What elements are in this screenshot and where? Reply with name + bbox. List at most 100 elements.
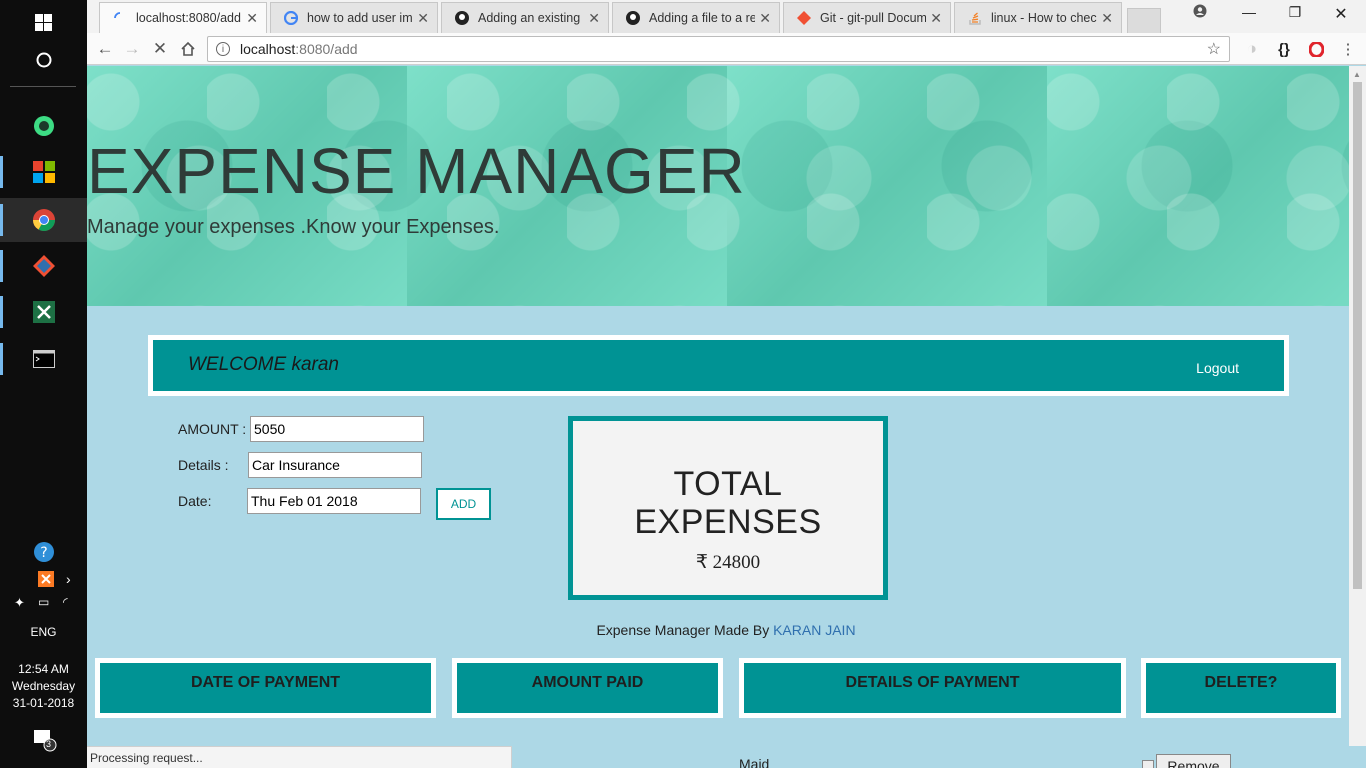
details-field[interactable] <box>248 452 422 478</box>
new-tab-button[interactable] <box>1127 8 1161 33</box>
vertical-scrollbar[interactable]: ▲ <box>1349 66 1366 746</box>
row-select-checkbox[interactable] <box>1142 760 1154 768</box>
browser-toolbar: ← → ✕ i localhost:8080/add ☆ ◑ {} ⋮ <box>87 33 1366 65</box>
notification-count: 3 <box>46 739 52 749</box>
bookmark-star-icon[interactable]: ☆ <box>1207 39 1221 59</box>
excel-icon <box>32 301 55 323</box>
menu-kebab-icon[interactable]: ⋮ <box>1335 37 1361 61</box>
android-studio-icon <box>33 116 54 136</box>
chrome-icon <box>32 209 55 231</box>
git-gui-taskbar-button[interactable] <box>0 244 87 288</box>
app-tagline: Manage your expenses .Know your Expenses… <box>87 216 500 238</box>
home-icon[interactable] <box>175 37 201 61</box>
excel-taskbar-button[interactable] <box>0 290 87 334</box>
total-expenses-heading: TOTAL EXPENSES <box>573 465 883 541</box>
help-tray-button[interactable]: ? <box>0 530 87 574</box>
tab-github-adding-file[interactable]: Adding a file to a repository ✕ <box>612 2 780 33</box>
welcome-bar-inner: WELCOME karan Logout <box>153 340 1284 391</box>
wifi-icon[interactable]: ◜ <box>63 595 68 609</box>
amount-field[interactable] <box>250 416 424 442</box>
git-icon <box>796 10 812 26</box>
column-header-label: DETAILS OF PAYMENT <box>744 663 1121 713</box>
opera-extension-icon[interactable] <box>1303 37 1329 61</box>
tab-title: how to add user image <box>307 11 413 25</box>
close-tab-icon[interactable]: ✕ <box>930 10 942 27</box>
tab-git-pull-docs[interactable]: Git - git-pull Documentation ✕ <box>783 2 951 33</box>
restore-button[interactable]: ❐ <box>1272 4 1318 21</box>
extension-disabled-icon[interactable]: ◑ <box>1239 37 1265 61</box>
git-diamond-icon <box>32 255 55 277</box>
minimize-button[interactable]: — <box>1226 4 1272 20</box>
back-arrow-icon[interactable]: ← <box>92 37 118 61</box>
tab-title: Adding a file to a repository <box>649 11 756 25</box>
total-heading-line2: EXPENSES <box>634 503 822 541</box>
welcome-text: WELCOME karan <box>188 354 339 375</box>
first-table-row: Maid Remove <box>512 746 1349 768</box>
office-taskbar-button[interactable] <box>0 150 87 194</box>
logout-link[interactable]: Logout <box>1196 360 1239 376</box>
windows-logo-icon <box>35 13 52 31</box>
browser-status-bubble: Processing request... <box>87 746 512 768</box>
github-icon <box>625 10 641 26</box>
tab-github-existing-project[interactable]: Adding an existing project ✕ <box>441 2 609 33</box>
close-tab-icon[interactable]: ✕ <box>759 10 771 27</box>
total-heading-line1: TOTAL <box>673 465 783 503</box>
xampp-tray-icon[interactable] <box>38 571 54 590</box>
cortana-button[interactable] <box>0 38 87 82</box>
total-expenses-card: TOTAL EXPENSES ₹ 24800 <box>568 416 888 600</box>
scrollbar-thumb[interactable] <box>1353 82 1362 589</box>
svg-text:?: ? <box>40 545 47 561</box>
close-tab-icon[interactable]: ✕ <box>588 10 600 27</box>
profile-icon[interactable] <box>1177 4 1223 21</box>
page-viewport: EXPENSE MANAGER Manage your expenses .Kn… <box>87 66 1349 746</box>
clock-date: 31-01-2018 <box>12 696 75 710</box>
tab-title: Adding an existing project <box>478 11 584 25</box>
tab-localhost-add[interactable]: localhost:8080/add ✕ <box>99 2 267 33</box>
chevron-right-icon[interactable]: › <box>66 571 71 587</box>
language-indicator[interactable]: ENG <box>0 625 87 639</box>
tab-google-search[interactable]: how to add user image ✕ <box>270 2 438 33</box>
terminal-icon <box>32 350 55 368</box>
chrome-taskbar-button[interactable] <box>0 198 87 242</box>
tab-linux-check[interactable]: linux - How to check ✕ <box>954 2 1122 33</box>
total-expenses-amount: ₹ 24800 <box>695 552 761 573</box>
google-icon <box>283 10 299 26</box>
add-button[interactable]: ADD <box>436 488 491 520</box>
taskbar-clock[interactable]: 12:54 AM Wednesday 31-01-2018 <box>0 661 87 712</box>
close-tab-icon[interactable]: ✕ <box>417 10 429 27</box>
action-center-button[interactable]: 3 <box>34 730 58 755</box>
battery-icon[interactable]: ▭ <box>38 595 49 609</box>
hero-banner: EXPENSE MANAGER Manage your expenses .Kn… <box>87 66 1349 306</box>
details-label: Details : <box>178 457 229 473</box>
tab-title: Git - git-pull Documentation <box>820 11 927 25</box>
stop-loading-icon[interactable]: ✕ <box>147 37 173 61</box>
remove-button[interactable]: Remove <box>1156 754 1231 768</box>
forward-arrow-icon[interactable]: → <box>119 37 145 61</box>
row-details-cell: Maid <box>739 756 770 768</box>
cortana-circle-icon <box>36 52 51 68</box>
close-window-button[interactable]: ✕ <box>1318 4 1364 24</box>
tab-strip: localhost:8080/add ✕ how to add user ima… <box>87 0 1366 33</box>
column-header-date: DATE OF PAYMENT <box>95 658 436 718</box>
office-apps-icon <box>32 161 55 183</box>
column-header-amount: AMOUNT PAID <box>452 658 723 718</box>
address-path: :8080/add <box>295 41 358 57</box>
terminal-taskbar-button[interactable] <box>0 337 87 381</box>
column-header-label: DELETE? <box>1146 663 1336 713</box>
author-link[interactable]: KARAN JAIN <box>773 622 855 638</box>
dropbox-icon[interactable]: ✦ <box>14 595 25 611</box>
welcome-bar: WELCOME karan Logout <box>148 335 1289 396</box>
close-tab-icon[interactable]: ✕ <box>1101 10 1113 27</box>
column-header-delete: DELETE? <box>1141 658 1341 718</box>
scroll-up-arrow-icon[interactable]: ▲ <box>1353 70 1361 79</box>
amount-label: AMOUNT : <box>178 421 247 437</box>
date-field[interactable] <box>247 488 421 514</box>
android-studio-taskbar-button[interactable] <box>0 104 87 148</box>
site-info-icon[interactable]: i <box>216 42 230 56</box>
taskbar-divider <box>10 86 76 87</box>
credit-prefix: Expense Manager Made By <box>596 622 774 638</box>
json-viewer-extension-icon[interactable]: {} <box>1271 37 1297 61</box>
address-bar[interactable]: i localhost:8080/add ☆ <box>207 36 1230 62</box>
close-tab-icon[interactable]: ✕ <box>246 10 258 27</box>
clock-day: Wednesday <box>11 679 76 693</box>
